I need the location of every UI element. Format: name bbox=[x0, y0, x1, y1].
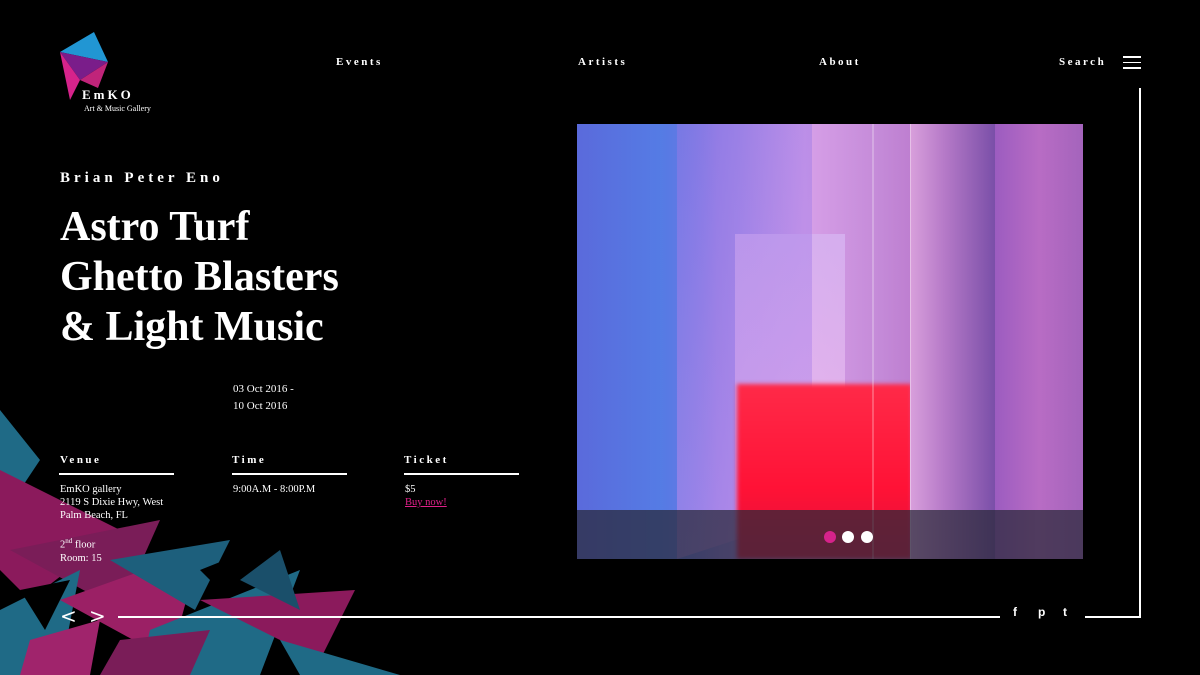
ticket-heading: Ticket bbox=[404, 454, 449, 466]
artist-name: Brian Peter Eno bbox=[60, 170, 224, 186]
venue-divider bbox=[59, 473, 174, 475]
time-value: 9:00A.M - 8:00P.M bbox=[233, 484, 316, 495]
brand-tagline: Art & Music Gallery bbox=[84, 104, 151, 113]
event-title-line: Astro Turf bbox=[60, 204, 250, 250]
event-title: Astro Turf Ghetto Blasters & Light Music bbox=[60, 202, 339, 352]
frame-line-right bbox=[1139, 88, 1141, 617]
nav-artists[interactable]: Artists bbox=[578, 56, 627, 68]
pinterest-icon[interactable]: p bbox=[1038, 605, 1045, 619]
facebook-icon[interactable]: f bbox=[1013, 605, 1017, 619]
carousel-dot[interactable] bbox=[824, 531, 836, 543]
time-divider bbox=[232, 473, 347, 475]
venue-details: EmKO gallery 2119 S Dixie Hwy, West Palm… bbox=[60, 483, 163, 565]
date-start: 03 Oct 2016 - bbox=[233, 383, 294, 395]
ticket-divider bbox=[404, 473, 519, 475]
frame-line-bottom bbox=[118, 616, 1000, 618]
venue-line: EmKO gallery bbox=[60, 484, 122, 495]
carousel-dot[interactable] bbox=[842, 531, 854, 543]
brand-name: EmKO bbox=[82, 87, 134, 102]
ticket-price: $5 bbox=[405, 484, 416, 495]
venue-floor: 2nd floor bbox=[60, 537, 96, 551]
time-heading: Time bbox=[232, 454, 267, 466]
venue-room: Room: 15 bbox=[60, 552, 102, 564]
event-title-line: Ghetto Blasters bbox=[60, 254, 339, 300]
artwork-image-carousel[interactable] bbox=[577, 124, 1083, 559]
event-dates: 03 Oct 2016 - 10 Oct 2016 bbox=[233, 381, 294, 415]
date-end: 10 Oct 2016 bbox=[233, 400, 288, 412]
hamburger-menu-icon[interactable] bbox=[1123, 56, 1141, 70]
nav-search[interactable]: Search bbox=[1059, 56, 1106, 68]
buy-now-link[interactable]: Buy now! bbox=[405, 496, 447, 509]
venue-heading: Venue bbox=[60, 454, 102, 466]
prev-arrow-icon[interactable]: < bbox=[60, 604, 77, 628]
frame-line-bottom-right bbox=[1085, 616, 1141, 618]
next-arrow-icon[interactable]: > bbox=[89, 604, 106, 628]
event-title-line: & Light Music bbox=[60, 304, 324, 350]
venue-line: Palm Beach, FL bbox=[60, 510, 128, 521]
nav-about[interactable]: About bbox=[819, 56, 861, 68]
ticket-details: $5 Buy now! bbox=[405, 483, 447, 509]
nav-events[interactable]: Events bbox=[336, 56, 383, 68]
brand-logo[interactable]: EmKO Art & Music Gallery bbox=[58, 32, 178, 122]
venue-line: 2119 S Dixie Hwy, West bbox=[60, 497, 164, 508]
twitter-icon[interactable]: t bbox=[1063, 605, 1067, 619]
carousel-dot[interactable] bbox=[861, 531, 873, 543]
